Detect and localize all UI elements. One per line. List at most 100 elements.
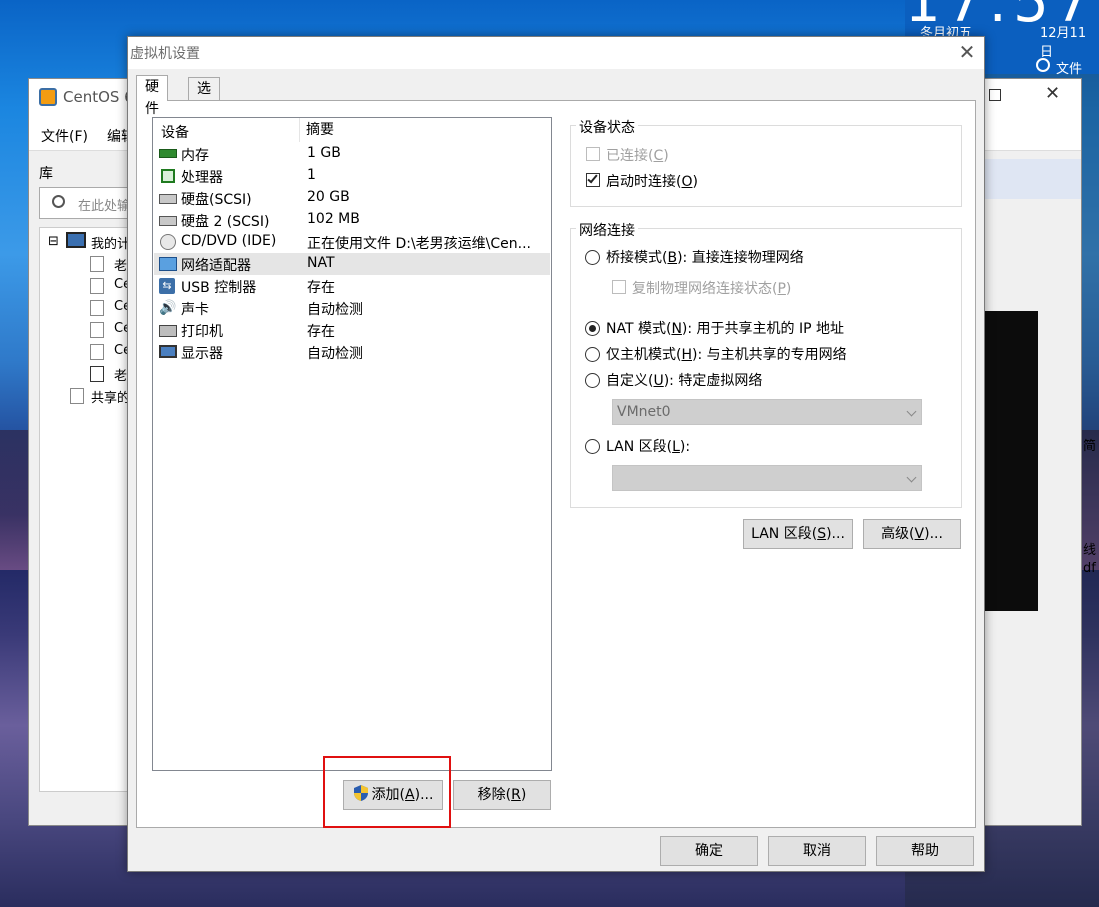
- device-summary: 存在: [307, 280, 335, 296]
- device-summary: 正在使用文件 D:\老男孩运维\Cen...: [307, 236, 531, 252]
- dialog-close-icon[interactable]: ✕: [954, 39, 980, 65]
- remove-label-post: ): [520, 787, 527, 803]
- device-row-memory[interactable]: 内存 1 GB: [154, 143, 550, 165]
- vmnet-value: VMnet0: [617, 404, 671, 420]
- custom-radio[interactable]: [585, 373, 600, 388]
- search-label[interactable]: 文件: [1056, 58, 1082, 77]
- tab-hardware[interactable]: 硬件: [136, 75, 168, 117]
- vm-icon: [90, 322, 104, 338]
- hard-disk-icon: [159, 212, 177, 228]
- replicate-state-checkbox[interactable]: [612, 280, 626, 294]
- printer-icon: [159, 322, 177, 338]
- vm-icon: [90, 278, 104, 294]
- connected-checkbox[interactable]: [586, 147, 600, 161]
- side-text: 简: [1083, 439, 1097, 454]
- replicate-state-label: 复制物理网络连接状态(P): [632, 281, 792, 297]
- memory-icon: [159, 146, 177, 162]
- lan-segment-label: LAN 区段(L):: [606, 439, 691, 455]
- device-list[interactable]: 设备 摘要 内存 1 GB 处理器 1 硬盘(SCSI) 20 GB 硬盘 2 …: [152, 117, 552, 771]
- vmnet-select[interactable]: VMnet0: [612, 399, 922, 425]
- device-name: 打印机: [181, 324, 223, 340]
- nat-label: NAT 模式(N): 用于共享主机的 IP 地址: [606, 321, 845, 337]
- menu-file[interactable]: 文件(F): [41, 126, 88, 146]
- device-summary: 1: [307, 167, 316, 183]
- tree-root[interactable]: 我的计: [91, 233, 130, 252]
- vm-icon: [90, 300, 104, 316]
- device-name: 内存: [181, 148, 209, 164]
- lan-segments-button[interactable]: LAN 区段(S)...: [743, 519, 853, 549]
- bridged-radio[interactable]: [585, 250, 600, 265]
- device-row-hard-disk[interactable]: 硬盘(SCSI) 20 GB: [154, 187, 550, 209]
- ok-button[interactable]: 确定: [660, 836, 758, 866]
- tree-shared[interactable]: 共享的: [91, 387, 130, 406]
- usb-icon: ⇆: [159, 278, 177, 294]
- vm-console-preview: [985, 311, 1038, 611]
- library-label: 库: [39, 166, 53, 182]
- device-summary: 存在: [307, 324, 335, 340]
- device-row-hard-disk-2[interactable]: 硬盘 2 (SCSI) 102 MB: [154, 209, 550, 231]
- lan-segment-select[interactable]: [612, 465, 922, 491]
- cd-dvd-icon: [159, 234, 177, 250]
- add-hardware-button[interactable]: 添加(A)...: [343, 780, 443, 810]
- device-status-label: 设备状态: [576, 117, 638, 137]
- library-search-placeholder: 在此处输: [78, 199, 131, 214]
- cancel-button[interactable]: 取消: [768, 836, 866, 866]
- connect-on-start-checkbox[interactable]: [586, 172, 600, 187]
- chevron-down-icon: [906, 406, 917, 417]
- device-row-sound-card[interactable]: 🔊 声卡 自动检测: [154, 297, 550, 319]
- help-button[interactable]: 帮助: [876, 836, 974, 866]
- advanced-button[interactable]: 高级(V)...: [863, 519, 961, 549]
- bridged-label: 桥接模式(B): 直接连接物理网络: [606, 250, 804, 266]
- device-row-processor[interactable]: 处理器 1: [154, 165, 550, 187]
- device-summary: 自动检测: [307, 346, 363, 362]
- device-name: CD/DVD (IDE): [181, 233, 277, 249]
- tab-options[interactable]: 选项: [188, 77, 220, 119]
- device-row-cd-dvd[interactable]: CD/DVD (IDE) 正在使用文件 D:\老男孩运维\Cen...: [154, 231, 550, 253]
- maximize-icon[interactable]: [989, 89, 1001, 101]
- monitor-icon: [159, 344, 177, 360]
- vmware-logo-icon: [39, 88, 57, 106]
- vm-settings-dialog: 虚拟机设置 ✕ 硬件 选项 设备 摘要 内存 1 GB 处理器 1: [127, 36, 985, 872]
- processor-icon: [159, 168, 177, 184]
- add-label-key: A: [405, 787, 415, 803]
- nat-radio[interactable]: [585, 321, 600, 336]
- speaker-icon: 🔊: [159, 300, 177, 316]
- device-name: 网络适配器: [181, 258, 251, 274]
- tree-collapse-icon[interactable]: ⊟: [48, 234, 59, 249]
- lan-segment-radio[interactable]: [585, 439, 600, 454]
- chevron-down-icon: [906, 472, 917, 483]
- vm-running-icon: [90, 366, 104, 382]
- vmware-window-title: CentOS 6: [63, 88, 134, 106]
- device-row-display[interactable]: 显示器 自动检测: [154, 341, 550, 363]
- shared-vm-icon: [70, 388, 84, 404]
- device-row-printer[interactable]: 打印机 存在: [154, 319, 550, 341]
- computer-icon: [66, 232, 86, 248]
- magnifier-icon: [52, 195, 65, 208]
- remove-hardware-button[interactable]: 移除(R): [453, 780, 551, 810]
- host-only-radio[interactable]: [585, 347, 600, 362]
- device-row-usb[interactable]: ⇆ USB 控制器 存在: [154, 275, 550, 297]
- device-row-network-adapter[interactable]: 网络适配器 NAT: [154, 253, 550, 275]
- close-icon[interactable]: ✕: [1045, 83, 1060, 104]
- connect-on-start-label: 启动时连接(O): [606, 174, 698, 190]
- search-icon[interactable]: [1036, 58, 1050, 72]
- device-name: 显示器: [181, 346, 223, 362]
- add-label-post: )...: [414, 787, 434, 803]
- network-adapter-icon: [159, 256, 177, 272]
- connected-label: 已连接(C): [606, 148, 669, 164]
- host-only-label: 仅主机模式(H): 与主机共享的专用网络: [606, 347, 847, 363]
- device-summary: NAT: [307, 255, 335, 271]
- side-text: df: [1083, 561, 1096, 576]
- column-summary[interactable]: 摘要: [299, 118, 334, 142]
- device-summary: 102 MB: [307, 211, 360, 227]
- uac-shield-icon: [353, 785, 368, 801]
- tree-item[interactable]: 老: [114, 255, 127, 274]
- vm-icon: [90, 256, 104, 272]
- device-name: USB 控制器: [181, 280, 257, 296]
- column-device[interactable]: 设备: [161, 122, 189, 142]
- tree-item[interactable]: 老: [114, 365, 127, 384]
- device-list-header: 设备 摘要: [153, 118, 551, 142]
- device-status-group: [570, 125, 962, 207]
- vm-tab-strip: [985, 159, 1081, 199]
- device-name: 硬盘(SCSI): [181, 192, 252, 208]
